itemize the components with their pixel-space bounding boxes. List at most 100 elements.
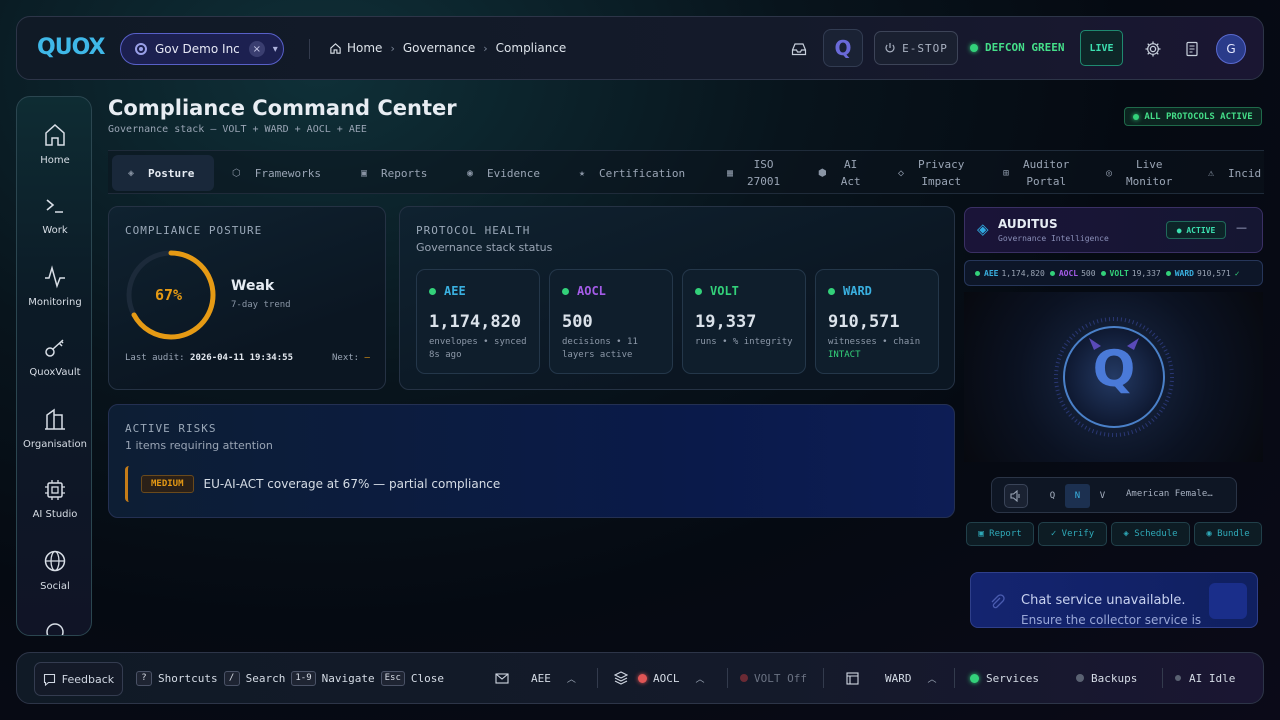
volt-status[interactable]: VOLT Off	[740, 653, 807, 703]
tab-auditor-portal[interactable]: ⊞ Auditor Portal	[1003, 155, 1069, 191]
org-selector[interactable]: Gov Demo Inc × ▾	[120, 33, 284, 65]
shortcut-hints: ? Shortcuts / Search 1-9 Navigate Esc Close	[136, 653, 450, 703]
sidebar-item-social[interactable]: Social	[17, 549, 91, 592]
chip-icon	[45, 480, 65, 500]
defcon-status: DEFCON GREEN	[970, 41, 1064, 54]
page-title: Compliance Command Center	[108, 96, 457, 120]
voice-mode-q[interactable]: Q	[1040, 484, 1065, 508]
estop-button[interactable]: E-STOP	[874, 31, 958, 65]
schedule-button[interactable]: ◈ Schedule	[1111, 522, 1190, 546]
protocol-health-card: PROTOCOL HEALTH Governance stack status …	[399, 206, 955, 390]
power-icon	[885, 43, 895, 53]
verify-button[interactable]: ✓ Verify	[1038, 522, 1107, 546]
risk-item[interactable]: MEDIUM EU-AI-ACT coverage at 67% — parti…	[125, 466, 725, 502]
chevron-down-icon[interactable]: ▾	[273, 44, 278, 55]
page-subtitle: Governance stack — VOLT + WARD + AOCL + …	[108, 124, 367, 135]
protocol-name: AEE	[429, 284, 466, 298]
org-icon	[135, 43, 147, 55]
protocol-card-aocl[interactable]: AOCL 500 decisions • 11 layers active	[549, 269, 673, 374]
q-assistant-button[interactable]: Q	[823, 29, 863, 67]
diamond-icon: ◈	[977, 220, 989, 238]
tab-incidents[interactable]: ⚠ Incid	[1208, 155, 1261, 191]
key-icon	[45, 339, 64, 357]
tab-certification[interactable]: ★ Certification	[579, 155, 685, 191]
tab-reports[interactable]: ▣ Reports	[361, 155, 427, 191]
aocl-status[interactable]: AOCL ︿	[614, 653, 705, 703]
avatar[interactable]: G	[1216, 34, 1246, 64]
sidebar-item-home[interactable]: Home	[17, 123, 91, 166]
book-icon[interactable]	[1182, 39, 1202, 59]
sidebar-item-more[interactable]	[17, 621, 91, 635]
protocol-card-volt[interactable]: VOLT 19,337 runs • % integrity	[682, 269, 806, 374]
last-audit: Last audit: 2026-04-11 19:34:55	[125, 353, 293, 363]
voice-select[interactable]: American Female…	[1126, 489, 1213, 499]
feedback-button[interactable]: Feedback	[34, 662, 123, 696]
sidebar-item-monitoring[interactable]: Monitoring	[17, 265, 91, 308]
status-badge: ● ACTIVE	[1166, 221, 1226, 239]
tab-live-monitor[interactable]: ◎ Live Monitor	[1106, 155, 1172, 191]
protocol-name: VOLT	[695, 284, 739, 298]
backups-status[interactable]: Backups	[1076, 653, 1137, 703]
sidebar-item-label: Organisation	[23, 439, 87, 450]
chat-detail: Ensure the collector service is	[1021, 613, 1202, 627]
terminal-icon	[46, 199, 63, 213]
protocol-detail: runs • % integrity	[695, 337, 793, 347]
card-label: PROTOCOL HEALTH	[416, 224, 531, 237]
gear-icon[interactable]	[1143, 39, 1163, 59]
status-badge: ALL PROTOCOLS ACTIVE	[1124, 107, 1262, 126]
risk-text: EU-AI-ACT coverage at 67% — partial comp…	[203, 477, 501, 491]
tab-ai-act[interactable]: ⬢ AI Act	[818, 155, 861, 191]
breadcrumb-compliance: Compliance	[495, 41, 567, 55]
home-icon	[45, 123, 65, 146]
posture-rating: Weak	[231, 278, 275, 294]
live-indicator[interactable]: LIVE	[1080, 30, 1123, 66]
globe-icon	[44, 550, 66, 572]
ward-status[interactable]: WARD ︿	[846, 653, 937, 703]
minimize-button[interactable]: —	[1236, 221, 1247, 234]
protocol-value: 1,174,820	[429, 312, 522, 332]
app-logo[interactable]: QUOX	[37, 35, 105, 60]
sidebar-item-label: AI Studio	[32, 509, 78, 520]
tab-frameworks[interactable]: ⬡ Frameworks	[232, 155, 321, 191]
building-icon	[45, 408, 65, 430]
auditus-title: AUDITUS	[998, 217, 1058, 231]
chevron-right-icon: ›	[483, 41, 488, 55]
top-bar: QUOX Gov Demo Inc × ▾ Home › Governance …	[16, 16, 1264, 80]
tab-posture[interactable]: ◈ Posture	[112, 155, 214, 191]
inbox-icon[interactable]	[789, 39, 809, 59]
protocol-detail: envelopes • synced 8s ago	[429, 337, 527, 360]
voice-mode-n[interactable]: N	[1065, 484, 1090, 508]
tab-iso-27001[interactable]: ▦ ISO 27001	[727, 155, 780, 191]
chat-bubble-icon	[43, 673, 55, 686]
sidebar-item-quoxvault[interactable]: QuoxVault	[17, 337, 91, 378]
services-status[interactable]: Services	[970, 653, 1039, 703]
org-name: Gov Demo Inc	[155, 42, 240, 56]
sidebar-item-label: Monitoring	[28, 297, 82, 308]
q-logo-icon: Q	[1092, 340, 1136, 398]
voice-controls: Q N V American Female…	[991, 477, 1237, 513]
protocol-card-aee[interactable]: AEE 1,174,820 envelopes • synced 8s ago	[416, 269, 540, 374]
aee-status[interactable]: AEE ︿	[495, 653, 576, 703]
tab-evidence[interactable]: ◉ Evidence	[467, 155, 540, 191]
ai-status[interactable]: AI Idle	[1175, 653, 1235, 703]
auditus-subtitle: Governance Intelligence	[998, 234, 1109, 243]
bundle-button[interactable]: ◉ Bundle	[1194, 522, 1262, 546]
voice-mode-v[interactable]: V	[1090, 484, 1115, 508]
paperclip-icon[interactable]	[989, 593, 1005, 611]
org-clear-button[interactable]: ×	[248, 41, 265, 57]
voice-mode-group: Q N V	[1040, 484, 1116, 508]
sidebar-item-work[interactable]: Work	[17, 195, 91, 236]
speaker-icon[interactable]	[1004, 484, 1028, 508]
protocol-detail: witnesses • chain INTACT	[828, 337, 921, 360]
sidebar-item-label: Home	[40, 155, 70, 166]
send-button[interactable]	[1209, 583, 1247, 619]
protocol-card-ward[interactable]: WARD 910,571 witnesses • chain INTACT	[815, 269, 939, 374]
sidebar-item-label: QuoxVault	[29, 367, 81, 378]
bottom-bar: Feedback ? Shortcuts / Search 1-9 Navigate …	[16, 652, 1264, 704]
breadcrumb-governance[interactable]: Governance	[403, 41, 475, 55]
sidebar-item-organisation[interactable]: Organisation	[17, 407, 91, 450]
breadcrumb-home[interactable]: Home	[347, 41, 382, 55]
report-button[interactable]: ▣ Report	[966, 522, 1034, 546]
sidebar-item-ai-studio[interactable]: AI Studio	[17, 479, 91, 520]
tab-privacy-impact[interactable]: ◇ Privacy Impact	[898, 155, 964, 191]
